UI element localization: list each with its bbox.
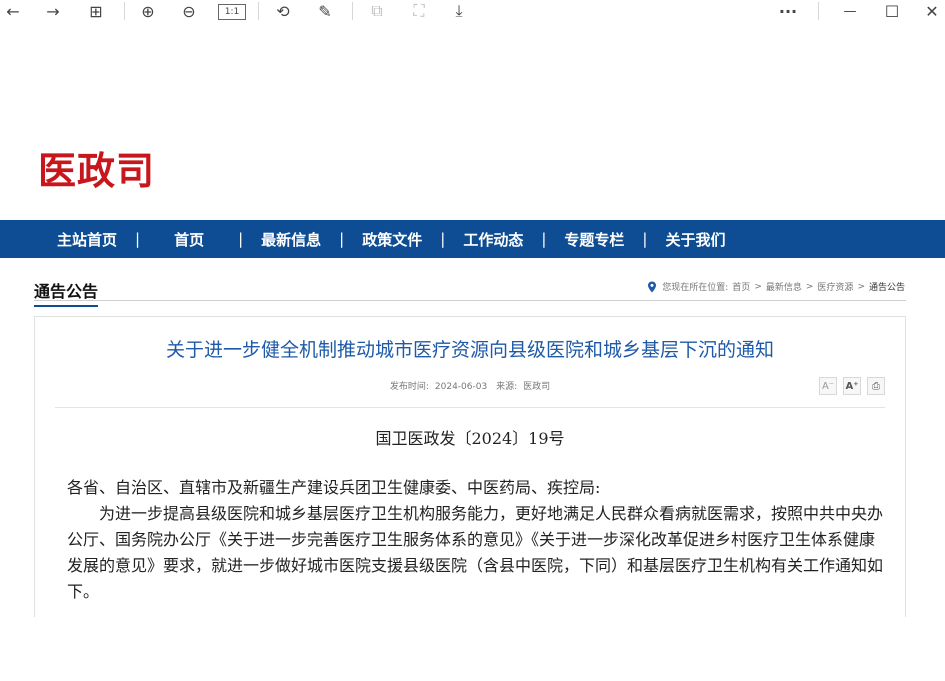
toolbar-divider [124, 2, 125, 20]
nav-item-policy[interactable]: 政策文件 [362, 229, 422, 250]
toolbar-divider [818, 2, 819, 20]
grid-icon[interactable]: ⊞ [84, 0, 108, 22]
document-number: 国卫医政发〔2024〕19号 [375, 429, 565, 448]
location-pin-icon [648, 281, 657, 292]
article-panel: 关于进一步健全机制推动城市医疗资源向县级医院和城乡基层下沉的通知 发布时间: 20… [34, 316, 906, 617]
article-divider [55, 407, 885, 408]
section-title: 通告公告 [34, 278, 99, 307]
font-larger-icon[interactable]: A⁺ [843, 377, 861, 395]
breadcrumb: 您现在所在位置: 首页 > 最新信息 > 医疗资源 > 通告公告 [646, 280, 905, 293]
breadcrumb-resources[interactable]: 医疗资源 [817, 280, 853, 293]
minimize-icon[interactable]: — [840, 0, 860, 22]
publish-date: 2024-06-03 [434, 382, 488, 392]
edit-icon[interactable]: ✎ [314, 0, 336, 22]
article-tools: A⁻ A⁺ ⎙ [819, 377, 885, 395]
toolbar-divider [352, 2, 353, 20]
nav-divider: | [339, 230, 345, 248]
nav-item-topics[interactable]: 专题专栏 [564, 229, 624, 250]
breadcrumb-sep: > [754, 281, 762, 292]
rotate-icon[interactable]: ⟲ [272, 0, 294, 22]
font-smaller-icon[interactable]: A⁻ [819, 377, 837, 395]
nav-divider: | [541, 230, 547, 248]
download-icon[interactable]: ⤓ [448, 0, 470, 22]
crop-icon[interactable]: ⧉ [366, 0, 388, 22]
forward-arrow-icon[interactable]: → [44, 0, 62, 22]
print-icon[interactable]: ⎙ [867, 377, 885, 395]
nav-divider: | [440, 230, 446, 248]
more-icon[interactable]: ··· [775, 0, 801, 22]
section-divider [34, 300, 906, 301]
breadcrumb-home[interactable]: 首页 [732, 280, 750, 293]
toolbar-divider [258, 2, 259, 20]
nav-item-work-news[interactable]: 工作动态 [463, 229, 523, 250]
close-icon[interactable]: ✕ [922, 0, 942, 22]
breadcrumb-sep: > [857, 281, 865, 292]
main-nav: 主站首页 | 首页 | 最新信息 | 政策文件 | 工作动态 | 专题专栏 | … [0, 220, 945, 258]
maximize-icon[interactable]: ☐ [882, 0, 902, 22]
article-paragraph: 为进一步提高县级医院和城乡基层医疗卫生机构服务能力，更好地满足人民群众看病就医需… [67, 504, 884, 601]
nav-item-main-home[interactable]: 主站首页 [57, 229, 117, 250]
fullscreen-icon[interactable]: ⛶ [408, 0, 430, 22]
date-label: 发布时间: [389, 382, 429, 392]
nav-divider: | [642, 230, 648, 248]
viewer-toolbar: ← → ⊞ ⊕ ⊖ 1:1 ⟲ ✎ ⧉ ⛶ ⤓ ··· — ☐ ✕ [0, 0, 945, 24]
zoom-in-icon[interactable]: ⊕ [137, 0, 159, 22]
salutation: 各省、自治区、直辖市及新疆生产建设兵团卫生健康委、中医药局、疾控局: [67, 478, 601, 497]
nav-divider: | [238, 230, 244, 248]
site-logo[interactable]: 医政司 [38, 140, 155, 195]
article-body: 各省、自治区、直辖市及新疆生产建设兵团卫生健康委、中医药局、疾控局: 为进一步提… [67, 475, 887, 605]
actual-size-icon[interactable]: 1:1 [218, 4, 246, 20]
breadcrumb-prefix: 您现在所在位置: [662, 283, 729, 293]
source-label: 来源: [496, 382, 518, 392]
nav-item-about[interactable]: 关于我们 [665, 229, 725, 250]
nav-divider: | [135, 230, 141, 248]
breadcrumb-sep: > [805, 281, 814, 292]
article-meta: 发布时间: 2024-06-03 来源: 医政司 [35, 379, 905, 392]
breadcrumb-current[interactable]: 通告公告 [869, 280, 905, 293]
breadcrumb-latest[interactable]: 最新信息 [766, 280, 802, 293]
zoom-out-icon[interactable]: ⊖ [178, 0, 200, 22]
back-arrow-icon[interactable]: ← [4, 0, 22, 22]
nav-item-latest[interactable]: 最新信息 [261, 229, 321, 250]
source-value: 医政司 [523, 382, 551, 392]
article-title: 关于进一步健全机制推动城市医疗资源向县级医院和城乡基层下沉的通知 [165, 339, 774, 361]
nav-item-home[interactable]: 首页 [158, 229, 220, 250]
